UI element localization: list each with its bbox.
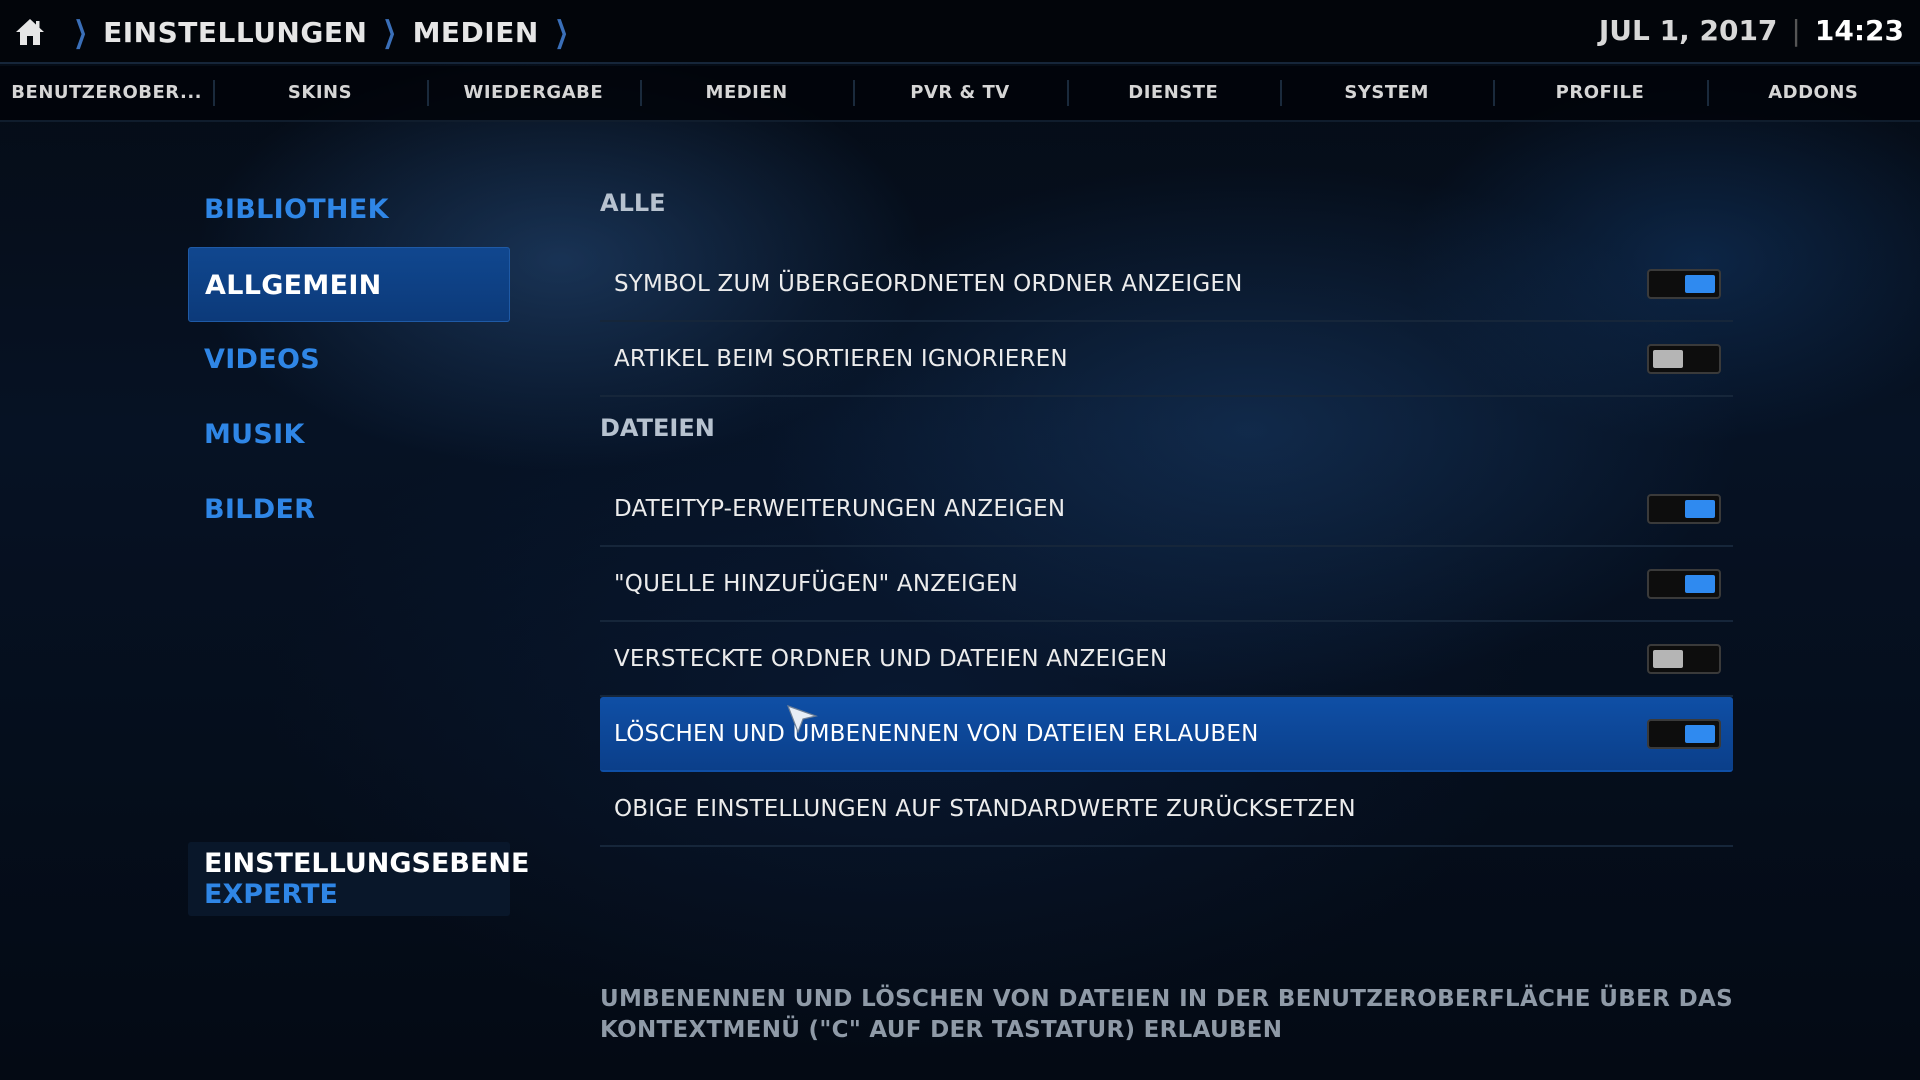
setting-label: SYMBOL ZUM ÜBERGEORDNETEN ORDNER ANZEIGE… <box>614 270 1243 297</box>
setting-label: ARTIKEL BEIM SORTIEREN IGNORIEREN <box>614 345 1068 372</box>
settings-level-value: EXPERTE <box>204 879 338 910</box>
time-display: 14:23 <box>1814 14 1904 47</box>
chevron-right-icon: ❯ <box>554 14 569 50</box>
setting-label: "QUELLE HINZUFÜGEN" ANZEIGEN <box>614 570 1019 597</box>
toggle-knob <box>1685 500 1715 518</box>
tab-pvr-tv[interactable]: PVR & TV <box>853 78 1066 108</box>
chevron-right-icon: ❯ <box>73 14 88 50</box>
chevron-right-icon: ❯ <box>383 14 397 50</box>
clock: JUL 1, 2017 | 14:23 <box>1599 14 1904 47</box>
setting-description: UMBENENNEN UND LÖSCHEN VON DATEIEN IN DE… <box>600 986 1733 1043</box>
date-display: JUL 1, 2017 <box>1598 14 1778 47</box>
section-header-files: DATEIEN <box>600 414 715 442</box>
category-menu: BIBLIOTHEK ALLGEMEIN VIDEOS MUSIK BILDER <box>188 172 510 547</box>
setting-row[interactable]: VERSTECKTE ORDNER UND DATEIEN ANZEIGEN <box>600 622 1733 697</box>
toggle-switch[interactable] <box>1647 644 1721 674</box>
tab-media[interactable]: MEDIEN <box>639 78 853 108</box>
setting-row[interactable]: "QUELLE HINZUFÜGEN" ANZEIGEN <box>600 547 1733 622</box>
toggle-switch[interactable] <box>1647 269 1721 299</box>
toggle-switch[interactable] <box>1647 719 1721 749</box>
tab-playback[interactable]: WIEDERGABE <box>426 78 640 108</box>
menu-item-music[interactable]: MUSIK <box>188 397 510 472</box>
settings-list: ALLE SYMBOL ZUM ÜBERGEORDNETEN ORDNER AN… <box>600 172 1733 847</box>
section-header-all: ALLE <box>600 189 666 217</box>
settings-level-button[interactable]: EINSTELLUNGSEBENE EXPERTE <box>188 842 530 916</box>
setting-label: DATEITYP-ERWEITERUNGEN ANZEIGEN <box>614 495 1066 522</box>
setting-row[interactable]: DATEITYP-ERWEITERUNGEN ANZEIGEN <box>600 472 1733 547</box>
settings-tab-bar: BENUTZEROBER... SKINS WIEDERGABE MEDIEN … <box>0 66 1920 122</box>
setting-row-focused[interactable]: LÖSCHEN UND UMBENENNEN VON DATEIEN ERLAU… <box>600 697 1733 772</box>
toggle-knob <box>1685 725 1715 743</box>
tab-addons[interactable]: ADDONS <box>1706 78 1920 108</box>
toggle-knob <box>1685 275 1715 293</box>
toggle-knob <box>1653 350 1683 368</box>
setting-label: VERSTECKTE ORDNER UND DATEIEN ANZEIGEN <box>614 645 1168 672</box>
settings-level-title: EINSTELLUNGSEBENE <box>204 848 530 879</box>
menu-item-library[interactable]: BIBLIOTHEK <box>188 172 510 247</box>
menu-item-general[interactable]: ALLGEMEIN <box>188 247 510 322</box>
home-icon[interactable] <box>14 16 46 48</box>
tab-services[interactable]: DIENSTE <box>1066 78 1280 108</box>
setting-row[interactable]: SYMBOL ZUM ÜBERGEORDNETEN ORDNER ANZEIGE… <box>600 247 1733 322</box>
mouse-cursor-icon <box>786 704 818 734</box>
toggle-switch[interactable] <box>1647 569 1721 599</box>
header-bar: ❯ EINSTELLUNGEN ❯ MEDIEN ❯ JUL 1, 2017 |… <box>0 0 1920 64</box>
reset-settings-button[interactable]: OBIGE EINSTELLUNGEN AUF STANDARDWERTE ZU… <box>600 772 1733 847</box>
toggle-knob <box>1685 575 1715 593</box>
setting-row[interactable]: ARTIKEL BEIM SORTIEREN IGNORIEREN <box>600 322 1733 397</box>
tab-skins[interactable]: SKINS <box>213 78 426 108</box>
tab-interface[interactable]: BENUTZEROBER... <box>0 78 213 108</box>
tab-profiles[interactable]: PROFILE <box>1493 78 1706 108</box>
clock-separator: | <box>1791 14 1801 47</box>
breadcrumb-item-media[interactable]: MEDIEN <box>413 16 539 49</box>
toggle-knob <box>1653 650 1683 668</box>
breadcrumb-item-settings[interactable]: EINSTELLUNGEN <box>103 16 367 49</box>
toggle-switch[interactable] <box>1647 344 1721 374</box>
setting-label: OBIGE EINSTELLUNGEN AUF STANDARDWERTE ZU… <box>614 795 1356 822</box>
menu-item-pictures[interactable]: BILDER <box>188 472 510 547</box>
menu-item-videos[interactable]: VIDEOS <box>188 322 510 397</box>
tab-system[interactable]: SYSTEM <box>1279 78 1493 108</box>
breadcrumb: ❯ EINSTELLUNGEN ❯ MEDIEN ❯ <box>14 12 584 52</box>
setting-label: LÖSCHEN UND UMBENENNEN VON DATEIEN ERLAU… <box>614 720 1259 747</box>
toggle-switch[interactable] <box>1647 494 1721 524</box>
